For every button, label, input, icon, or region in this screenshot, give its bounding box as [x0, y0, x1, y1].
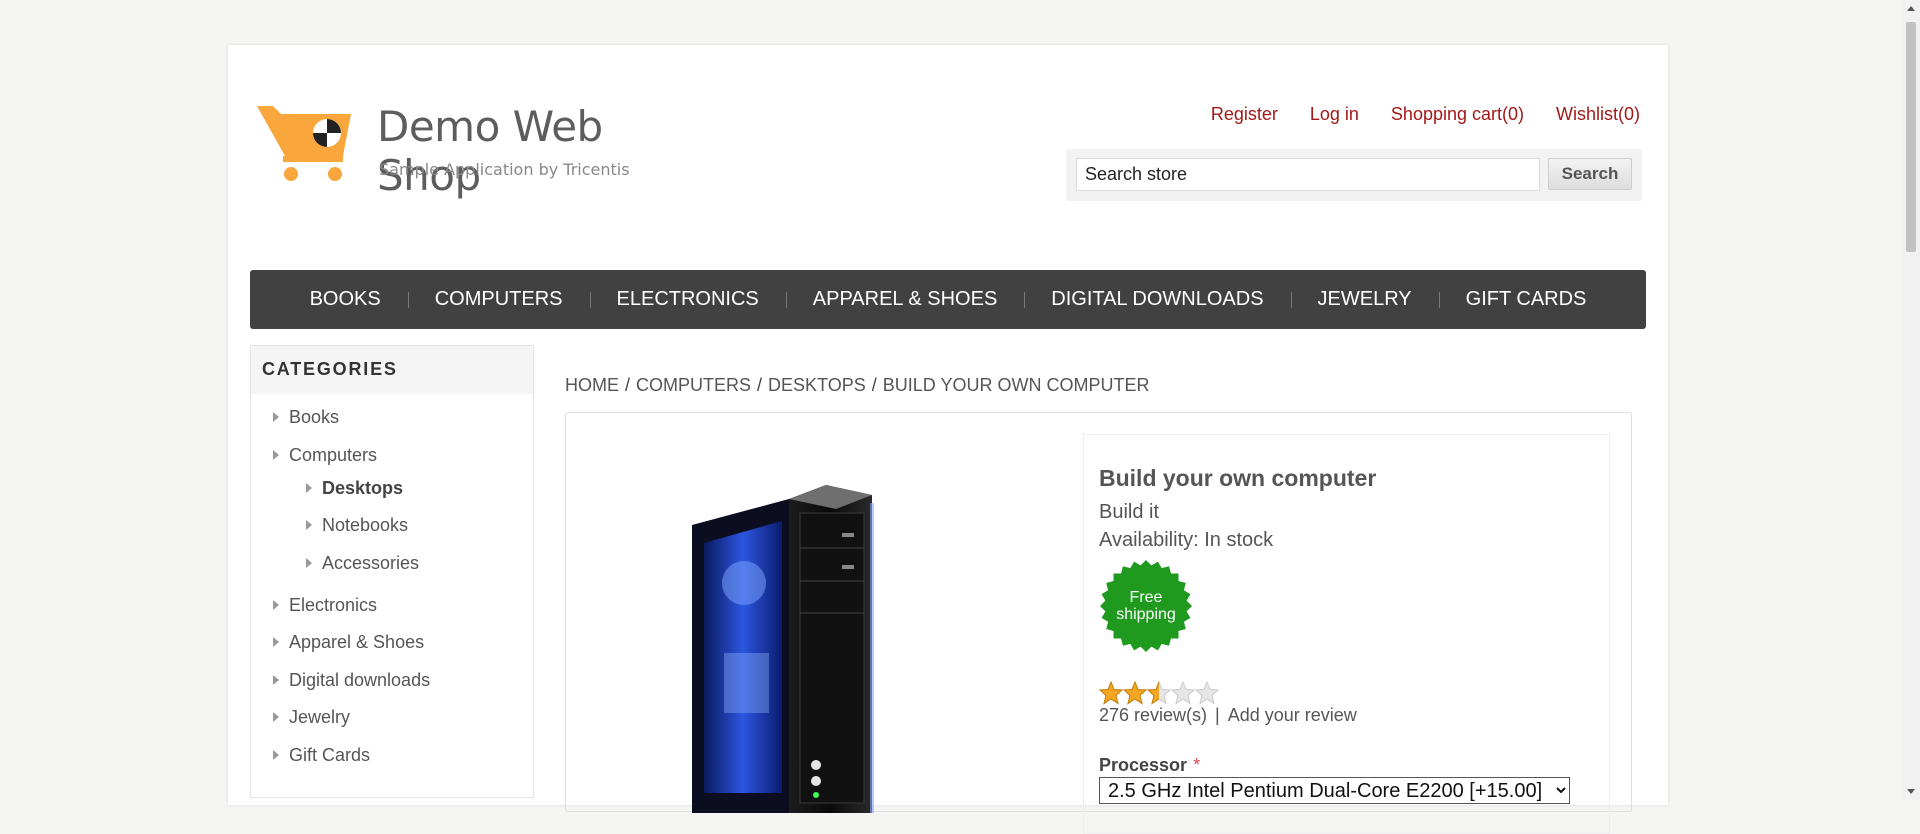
scroll-thumb[interactable]: [1906, 22, 1916, 252]
star-icon: [1099, 681, 1123, 705]
menu-item-electronics[interactable]: ELECTRONICS: [589, 288, 786, 311]
triangle-right-icon: [273, 712, 279, 722]
availability-label: Availability:: [1099, 529, 1199, 551]
triangle-right-icon: [273, 750, 279, 760]
menu-item-computers[interactable]: COMPUTERS: [407, 288, 590, 311]
star-icon: [1195, 681, 1219, 705]
category-label: Jewelry: [289, 707, 351, 727]
logo-subtitle: Sample Application by Tricentis: [379, 160, 630, 179]
top-menu: BOOKS COMPUTERS ELECTRONICS APPAREL & SH…: [250, 270, 1646, 329]
add-review-link[interactable]: Add your review: [1228, 705, 1357, 725]
category-label: Desktops: [322, 478, 404, 498]
product-details: Build your own computer Build it Availab…: [565, 412, 1632, 834]
wishlist-link[interactable]: Wishlist(0): [1556, 104, 1640, 125]
triangle-right-icon: [306, 483, 312, 493]
triangle-right-icon: [273, 600, 279, 610]
free-shipping-label: Free shipping: [1116, 589, 1176, 623]
breadcrumb-computers[interactable]: COMPUTERS: [636, 375, 751, 395]
category-label: Books: [289, 407, 340, 427]
breadcrumb-home[interactable]: HOME: [565, 375, 619, 395]
category-notebooks[interactable]: Notebooks: [306, 515, 409, 536]
separator: |: [1215, 705, 1220, 725]
category-electronics[interactable]: Electronics: [273, 595, 378, 616]
logo[interactable]: Demo Web Shop Sample Application by Tric…: [255, 100, 695, 200]
category-label: Electronics: [289, 595, 378, 615]
categories-title: CATEGORIES: [251, 346, 533, 394]
search-input[interactable]: [1076, 158, 1540, 191]
breadcrumb-current: BUILD YOUR OWN COMPUTER: [882, 375, 1150, 395]
triangle-right-icon: [306, 520, 312, 530]
triangle-right-icon: [273, 637, 279, 647]
triangle-right-icon: [273, 412, 279, 422]
menu-item-jewelry[interactable]: JEWELRY: [1290, 288, 1439, 311]
scroll-up-arrow-icon[interactable]: [1907, 6, 1915, 11]
menu-item-books[interactable]: BOOKS: [283, 288, 408, 311]
menu-item-apparel-shoes[interactable]: APPAREL & SHOES: [785, 288, 1025, 311]
required-marker: *: [1193, 755, 1201, 775]
logo-title: Demo Web Shop: [377, 102, 603, 200]
category-label: Computers: [289, 445, 378, 465]
category-label: Digital downloads: [289, 670, 431, 690]
reviews-count-link[interactable]: 276 review(s): [1099, 705, 1207, 725]
product-image[interactable]: [664, 473, 974, 813]
triangle-right-icon: [273, 675, 279, 685]
processor-label-text: Processor: [1099, 755, 1188, 775]
category-label: Gift Cards: [289, 745, 371, 765]
triangle-right-icon: [273, 450, 279, 460]
category-apparel-shoes[interactable]: Apparel & Shoes: [273, 632, 425, 653]
star-icon: [1171, 681, 1195, 705]
category-label: Notebooks: [322, 515, 409, 535]
page-scrollbar[interactable]: [1902, 0, 1920, 800]
product-overview: Build your own computer Build it Availab…: [1083, 434, 1610, 834]
scroll-down-arrow-icon[interactable]: [1907, 789, 1915, 794]
shopping-cart-link[interactable]: Shopping cart(0): [1391, 104, 1524, 125]
menu-item-gift-cards[interactable]: GIFT CARDS: [1438, 288, 1614, 311]
free-shipping-badge: Free shipping: [1099, 559, 1193, 653]
category-gift-cards[interactable]: Gift Cards: [273, 745, 371, 766]
breadcrumb-separator: /: [871, 375, 877, 395]
breadcrumb-separator: /: [625, 375, 631, 395]
rating-stars: [1099, 681, 1219, 705]
category-books[interactable]: Books: [273, 407, 340, 428]
star-icon: [1147, 681, 1171, 705]
category-desktops[interactable]: Desktops: [306, 478, 404, 499]
category-accessories[interactable]: Accessories: [306, 553, 420, 574]
page-container: Demo Web Shop Sample Application by Tric…: [228, 45, 1668, 834]
breadcrumb: HOME / COMPUTERS / DESKTOPS / BUILD YOUR OWN C…: [565, 375, 1149, 396]
breadcrumb-separator: /: [757, 375, 763, 395]
triangle-right-icon: [306, 558, 312, 568]
login-link[interactable]: Log in: [1310, 104, 1359, 125]
processor-label: Processor *: [1099, 755, 1200, 776]
search-button[interactable]: Search: [1548, 158, 1632, 190]
product-short-description: Build it: [1099, 501, 1160, 523]
category-label: Accessories: [322, 553, 420, 573]
cart-icon: [257, 106, 351, 181]
category-digital-downloads[interactable]: Digital downloads: [273, 670, 431, 691]
category-computers[interactable]: Computers: [273, 445, 378, 466]
star-icon: [1123, 681, 1147, 705]
product-name: Build your own computer: [1099, 465, 1377, 491]
category-label: Apparel & Shoes: [289, 632, 425, 652]
reviews-row: 276 review(s) | Add your review: [1099, 705, 1357, 726]
header-links: Register Log in Shopping cart(0) Wishlis…: [1211, 104, 1640, 125]
menu-item-digital-downloads[interactable]: DIGITAL DOWNLOADS: [1024, 288, 1290, 311]
categories-sidebar: CATEGORIES Books Computers Desktops Note…: [250, 345, 534, 798]
availability: Availability: In stock: [1099, 529, 1273, 552]
register-link[interactable]: Register: [1211, 104, 1278, 125]
breadcrumb-desktops[interactable]: DESKTOPS: [768, 375, 866, 395]
search-box: Search: [1066, 149, 1642, 201]
availability-value: In stock: [1204, 529, 1274, 551]
category-jewelry[interactable]: Jewelry: [273, 707, 351, 728]
